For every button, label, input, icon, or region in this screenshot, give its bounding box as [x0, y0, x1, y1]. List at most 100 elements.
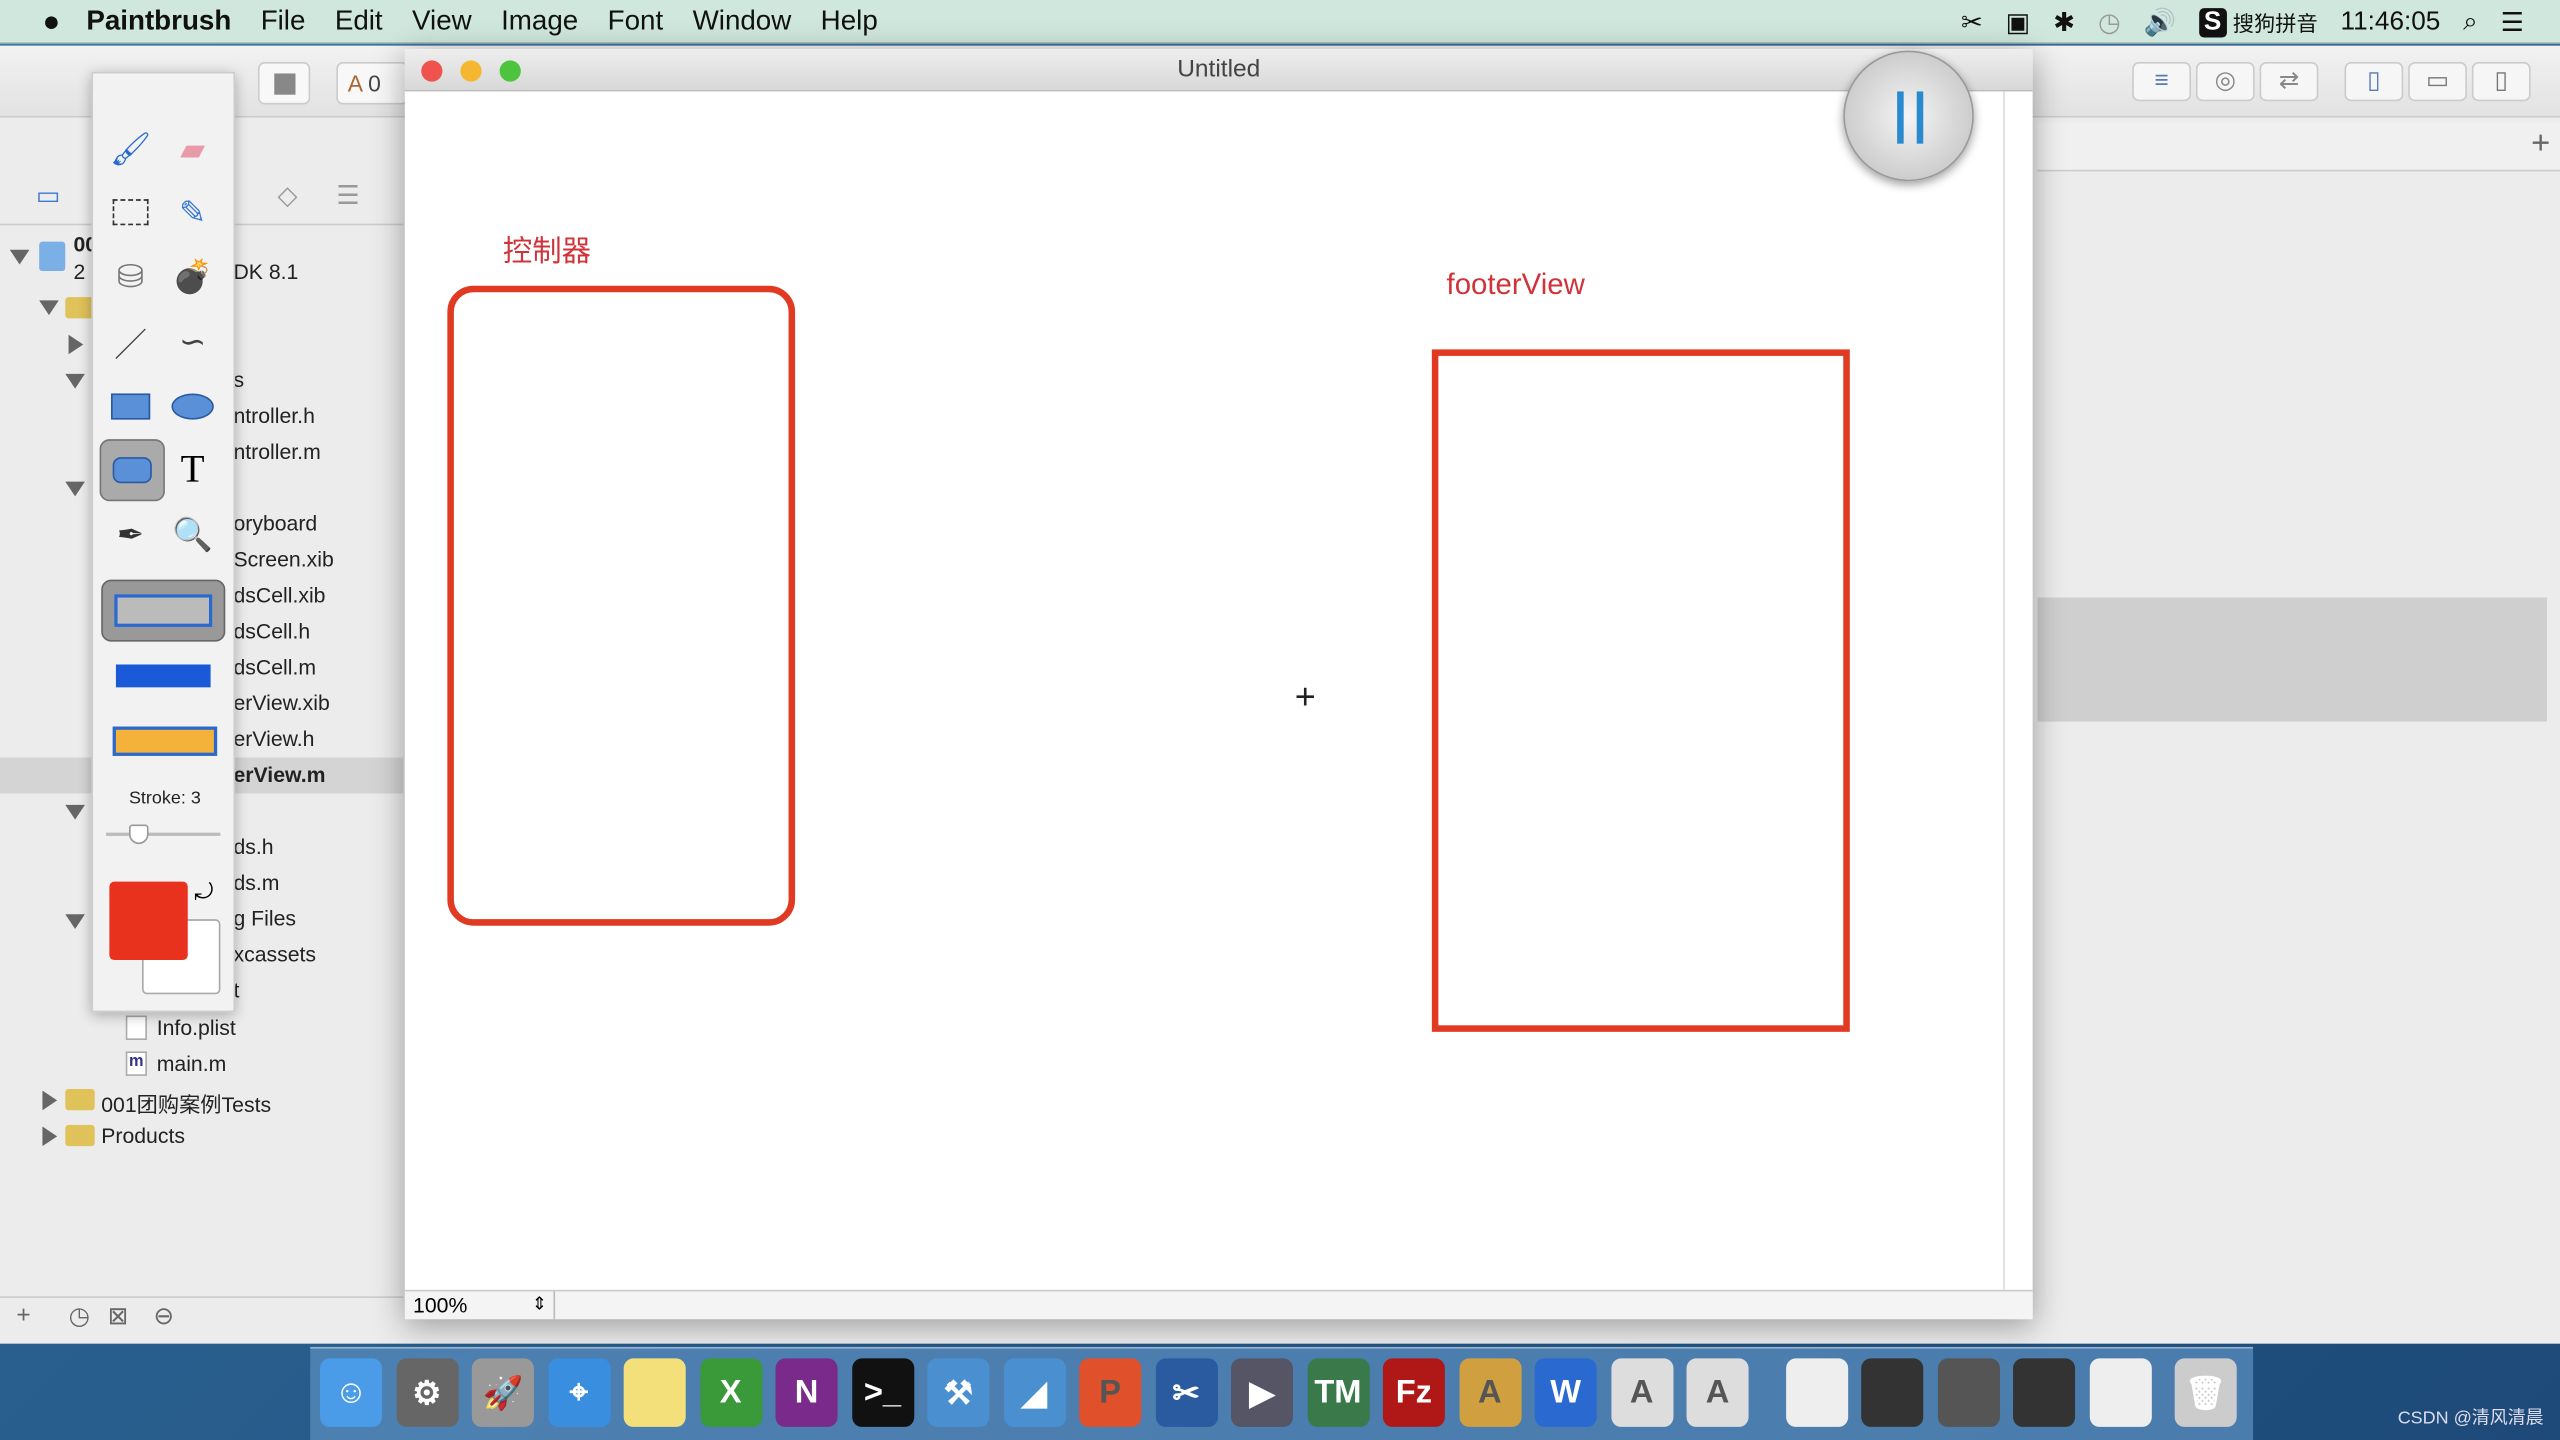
add-file-icon[interactable]: + [16, 1301, 30, 1329]
dock-onenote-icon[interactable]: N [775, 1358, 838, 1427]
bomb-tool[interactable]: 💣 [165, 250, 221, 302]
selection-tool[interactable] [103, 186, 159, 238]
bluetooth-icon[interactable]: ✱ [2053, 6, 2075, 39]
dock-notes-icon[interactable] [623, 1358, 686, 1427]
zoom-select[interactable]: 100% ⇕ [405, 1291, 556, 1321]
scm-filter-icon[interactable]: ⊠ [108, 1301, 129, 1331]
dock-system-preferences-icon[interactable]: ⚙ [395, 1358, 458, 1427]
disclosure-triangle[interactable] [42, 1126, 58, 1147]
dock-textedit-2-icon[interactable]: A [1686, 1358, 1749, 1427]
disclosure-triangle[interactable] [65, 804, 85, 820]
toggle-utilities-button[interactable]: ▯ [2471, 62, 2531, 102]
ellipse-tool[interactable] [165, 380, 221, 432]
rounded-rectangle-tool-selected[interactable] [99, 439, 165, 502]
clock[interactable]: 11:46:05 [2341, 7, 2441, 36]
dock-word-icon[interactable]: W [1534, 1358, 1597, 1427]
project-navigator-icon[interactable]: ▭ [36, 180, 61, 213]
file-item-info-plist[interactable]: Info.plist [157, 1016, 236, 1040]
close-button[interactable] [421, 60, 443, 82]
group-tests[interactable]: 001团购案例Tests [101, 1087, 271, 1118]
file-item[interactable]: dsCell.h [233, 619, 310, 643]
stroke-slider-thumb[interactable] [128, 824, 149, 845]
file-item[interactable]: dsCell.xib [233, 583, 325, 607]
spotlight-icon[interactable]: ⌕ [2463, 7, 2478, 36]
pause-recording-button[interactable] [1843, 50, 1974, 182]
disclosure-triangle[interactable] [39, 300, 59, 316]
standard-editor-button[interactable]: ≡ [2132, 62, 2192, 102]
magnify-tool[interactable]: 🔍 [165, 508, 221, 560]
assistant-editor-button[interactable]: ◎ [2195, 62, 2255, 102]
scissors-icon[interactable]: ✂ [1961, 6, 1983, 39]
toggle-debug-area-button[interactable]: ▭ [2408, 62, 2467, 102]
dock-powerpoint-icon[interactable]: P [1079, 1358, 1142, 1427]
menu-help[interactable]: Help [821, 5, 878, 38]
disclosure-triangle[interactable] [42, 1090, 58, 1111]
version-editor-button[interactable]: ⇄ [2259, 62, 2319, 102]
paint-bucket-tool[interactable]: ⛁ [103, 250, 159, 302]
dock-screenshot-icon[interactable]: ✂ [1155, 1358, 1218, 1427]
group-products[interactable]: Products [101, 1123, 185, 1147]
menu-edit[interactable]: Edit [335, 5, 383, 38]
fill-style-fill-only[interactable] [115, 664, 211, 688]
menu-app-name[interactable]: Paintbrush [86, 5, 231, 38]
file-item-selected[interactable]: erView.m [233, 762, 325, 786]
dock-preview-icon[interactable]: ◢ [1003, 1358, 1066, 1427]
log-navigator-icon[interactable]: ☰ [336, 180, 359, 213]
dock-minimized-window-1-icon[interactable] [1785, 1358, 1848, 1427]
dock-app-store-icon[interactable]: A [1458, 1358, 1521, 1427]
disclosure-triangle[interactable] [65, 914, 85, 929]
foreground-color-well[interactable] [109, 881, 188, 960]
apple-icon[interactable]: ● [42, 4, 60, 38]
disclosure-triangle[interactable] [65, 373, 85, 389]
rectangle-tool[interactable] [103, 380, 159, 432]
toggle-navigator-button[interactable]: ▯ [2344, 62, 2404, 102]
stop-button[interactable] [257, 62, 311, 105]
volume-icon[interactable]: 🔊 [2144, 6, 2177, 39]
stepper-icon[interactable]: ⇕ [532, 1291, 547, 1319]
eraser-tool[interactable]: ▰ [165, 122, 221, 174]
text-tool[interactable]: T [165, 444, 221, 496]
line-tool[interactable]: ／ [103, 315, 159, 367]
fill-style-fill-and-stroke[interactable] [112, 726, 218, 756]
minimize-button[interactable] [460, 60, 482, 82]
disclosure-triangle[interactable] [9, 249, 30, 265]
dock-trash-icon[interactable]: 🗑 [2174, 1358, 2237, 1427]
add-tab-icon[interactable]: + [2531, 126, 2550, 164]
time-machine-icon[interactable]: ◷ [2098, 6, 2121, 39]
file-item[interactable]: dsCell.m [233, 655, 316, 679]
file-item[interactable]: xcassets [233, 942, 316, 966]
dock-terminal-icon[interactable]: >_ [851, 1358, 914, 1427]
file-item[interactable]: ntroller.h [233, 403, 314, 427]
stroke-slider[interactable] [106, 824, 221, 850]
file-item[interactable]: erView.h [233, 727, 314, 751]
dock-minimized-window-5-icon[interactable] [2088, 1358, 2152, 1427]
file-item[interactable]: erView.xib [233, 691, 329, 715]
dock-textedit-1-icon[interactable]: A [1610, 1358, 1673, 1427]
file-item[interactable]: oryboard [233, 511, 317, 535]
swap-colors-icon[interactable]: ⤾ [194, 878, 213, 906]
scheme-selector[interactable]: A 0 [336, 62, 409, 105]
menu-view[interactable]: View [412, 5, 472, 38]
menu-image[interactable]: Image [501, 5, 578, 38]
disclosure-triangle[interactable] [68, 334, 84, 355]
dock-launchpad-icon[interactable]: 🚀 [471, 1358, 534, 1427]
filter-icon[interactable]: ⊖ [153, 1301, 174, 1331]
disclosure-triangle[interactable] [65, 481, 85, 497]
dock-minimized-window-3-icon[interactable] [1937, 1358, 2000, 1427]
text-selection-tool[interactable]: ✎ [165, 186, 221, 238]
file-item[interactable]: ds.h [233, 834, 273, 858]
dock-excel-icon[interactable]: X [699, 1358, 762, 1427]
dock-tm-app-icon[interactable]: TM [1306, 1358, 1369, 1427]
title-bar[interactable]: Untitled [404, 48, 2033, 92]
paintbrush-tool[interactable]: 🖌 [103, 122, 159, 174]
file-item[interactable]: ntroller.m [233, 439, 320, 463]
notification-center-icon[interactable]: ☰ [2501, 6, 2524, 39]
menu-file[interactable]: File [261, 5, 306, 38]
dock-minimized-window-2-icon[interactable] [1861, 1358, 1924, 1427]
curve-tool[interactable]: ∽ [165, 315, 221, 367]
zoom-button[interactable] [499, 60, 521, 82]
dock-filezilla-icon[interactable]: Fz [1382, 1358, 1445, 1427]
menu-font[interactable]: Font [608, 5, 664, 38]
sogou-icon[interactable]: S [2199, 7, 2227, 37]
file-item-main-m[interactable]: main.m [157, 1051, 227, 1075]
